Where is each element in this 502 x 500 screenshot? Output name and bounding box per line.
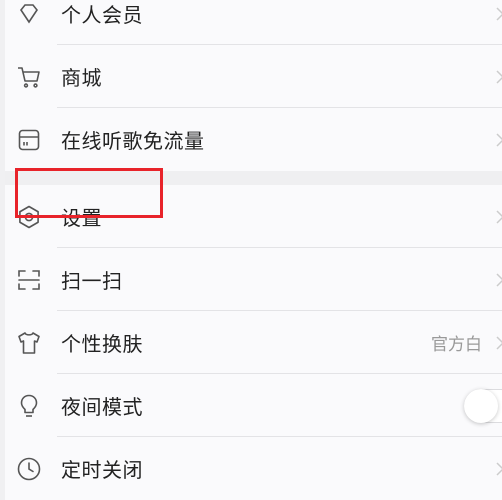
section-gap — [5, 171, 502, 185]
chevron-right-icon — [496, 461, 502, 476]
shopping-cart-icon — [16, 64, 42, 90]
tshirt-icon — [16, 330, 42, 356]
current-theme-value: 官方白 — [431, 335, 482, 355]
menu-item-sleep-timer[interactable]: 定时关闭 — [5, 437, 502, 500]
night-mode-toggle[interactable] — [464, 388, 502, 423]
chevron-right-icon — [496, 335, 502, 350]
scan-icon — [16, 267, 42, 293]
menu-item-theme[interactable]: 个性换肤 官方白 — [5, 311, 502, 374]
sim-card-icon — [16, 127, 42, 153]
menu-item-settings[interactable]: 设置 — [5, 185, 502, 248]
menu-item-label: 在线听歌免流量 — [61, 129, 205, 153]
lightbulb-icon — [16, 393, 42, 419]
chevron-right-icon — [496, 272, 502, 287]
chevron-right-icon — [496, 6, 502, 21]
menu-item-free-data[interactable]: 在线听歌免流量 — [5, 108, 502, 171]
menu-item-night-mode: 夜间模式 — [5, 374, 502, 437]
menu-item-mall[interactable]: 商城 — [5, 45, 502, 108]
menu-item-label: 设置 — [61, 206, 102, 230]
menu-item-label: 个性换肤 — [61, 332, 143, 356]
menu-group-top: 个人会员 商城 在线听歌免流量 — [5, 0, 502, 171]
gear-icon — [16, 204, 42, 230]
menu-group-bottom: 设置 扫一扫 个性换肤 官方白 夜间模式 定时关闭 — [5, 185, 502, 500]
clock-icon — [16, 456, 42, 482]
toggle-knob — [464, 388, 498, 423]
menu-item-vip[interactable]: 个人会员 — [5, 0, 502, 45]
menu-item-label: 个人会员 — [61, 3, 143, 27]
chevron-right-icon — [496, 69, 502, 84]
menu-item-label: 定时关闭 — [61, 458, 143, 482]
menu-item-label: 扫一扫 — [61, 269, 123, 293]
chevron-right-icon — [496, 132, 502, 147]
menu-item-scan[interactable]: 扫一扫 — [5, 248, 502, 311]
diamond-icon — [16, 1, 42, 27]
menu-item-label: 夜间模式 — [61, 395, 143, 419]
chevron-right-icon — [496, 209, 502, 224]
settings-menu: 个人会员 商城 在线听歌免流量 设置 扫一扫 个性换肤 官方白 夜间模式 定时关… — [5, 0, 502, 500]
menu-item-label: 商城 — [61, 66, 102, 90]
